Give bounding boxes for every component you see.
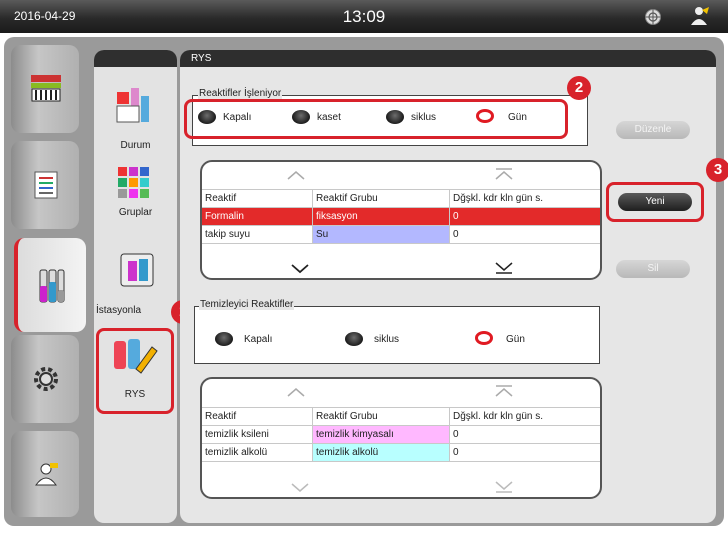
column-header: Reaktif Grubu <box>312 407 450 426</box>
nav-tab-user[interactable] <box>11 431 79 517</box>
program-list-icon <box>30 169 62 201</box>
scroll-top-icon[interactable] <box>494 384 514 403</box>
delete-button[interactable]: Sil <box>616 260 690 278</box>
table-row[interactable]: Formalin fiksasyon 0 <box>202 207 600 226</box>
subnav-label-groups: Gruplar <box>118 207 153 218</box>
scroll-down-icon[interactable] <box>290 481 310 497</box>
table-cell: 0 <box>449 425 600 444</box>
subnav-item-groups[interactable]: Gruplar <box>94 162 177 237</box>
stations-icon <box>120 253 154 292</box>
panel-title-bar: RYS <box>180 50 716 67</box>
reagent-subnav: Durum Gruplar İstasyonla RYS <box>94 50 177 523</box>
nav-tab-reagents[interactable] <box>14 238 86 332</box>
table-header-row: Reaktif Reaktif Grubu Dğşkl. kdr kln gün… <box>202 189 600 208</box>
reagent-bottles-icon <box>35 268 67 303</box>
processing-group-label: Reaktifler İşleniyor <box>198 88 283 99</box>
table-row[interactable]: takip suyu Su 0 <box>202 225 600 244</box>
subnav-label-stations: İstasyonla <box>96 305 142 316</box>
subnav-header <box>94 50 177 67</box>
table-cell: 0 <box>449 443 600 462</box>
table-cell: Su <box>312 225 450 244</box>
subnav-item-status[interactable]: Durum <box>94 80 177 155</box>
column-header: Reaktif <box>202 407 313 426</box>
table-cell: temizlik alkolü <box>312 443 450 462</box>
table-row[interactable]: temizlik alkolü temizlik alkolü 0 <box>202 443 600 462</box>
column-header: Dğşkl. kdr kln gün s. <box>449 407 600 426</box>
status-bar: 2016-04-29 13:09 <box>0 0 728 33</box>
subnav-item-stations[interactable]: İstasyonla <box>94 245 177 320</box>
subnav-label-status: Durum <box>120 140 151 151</box>
table-cell: Formalin <box>202 207 313 226</box>
table-cell: 0 <box>449 207 600 226</box>
user-icon[interactable] <box>688 5 710 27</box>
radio-cleaning-off[interactable] <box>215 332 233 346</box>
cleaning-group-label: Temizleyici Reaktifler <box>199 299 295 310</box>
clock-label: 13:09 <box>342 7 386 26</box>
overview-icon <box>30 73 62 105</box>
gear-icon <box>30 363 62 395</box>
table-cell: temizlik alkolü <box>202 443 313 462</box>
scroll-top-icon[interactable] <box>494 167 514 186</box>
table-cell: temizlik kimyasalı <box>312 425 450 444</box>
table-cell: takip suyu <box>202 225 313 244</box>
processing-radio-highlight <box>184 99 568 139</box>
radio-label-cleaning-day: Gün <box>506 334 525 345</box>
radio-cleaning-cycle[interactable] <box>345 332 363 346</box>
scroll-up-icon[interactable] <box>286 168 306 186</box>
scroll-up-icon[interactable] <box>286 385 306 403</box>
radio-label-cleaning-off: Kapalı <box>244 334 273 345</box>
globe-icon[interactable] <box>644 8 662 26</box>
callout-3: 3 <box>706 158 728 182</box>
radio-label-cleaning-cycle: siklus <box>374 334 400 345</box>
table-row[interactable]: temizlik ksileni temizlik kimyasalı 0 <box>202 425 600 444</box>
nav-tab-programs[interactable] <box>11 141 79 229</box>
rys-highlight-box <box>96 328 174 414</box>
scroll-bottom-icon[interactable] <box>494 261 514 278</box>
column-header: Dğşkl. kdr kln gün s. <box>449 189 600 208</box>
status-bottles-icon <box>115 86 151 133</box>
edit-button[interactable]: Düzenle <box>616 121 690 139</box>
table-cell: temizlik ksileni <box>202 425 313 444</box>
cleaning-table-grid: Reaktif Reaktif Grubu Dğşkl. kdr kln gün… <box>202 407 600 462</box>
user-settings-icon <box>30 459 62 491</box>
callout-2: 2 <box>567 76 591 100</box>
radio-cleaning-day[interactable] <box>475 331 493 345</box>
processing-reagent-table: Reaktif Reaktif Grubu Dğşkl. kdr kln gün… <box>200 160 602 280</box>
cleaning-reagent-table: Reaktif Reaktif Grubu Dğşkl. kdr kln gün… <box>200 377 602 499</box>
column-header: Reaktif <box>202 189 313 208</box>
groups-grid-icon <box>117 166 151 209</box>
processing-table-grid: Reaktif Reaktif Grubu Dğşkl. kdr kln gün… <box>202 189 600 244</box>
nav-tab-overview[interactable] <box>11 45 79 133</box>
nav-tab-settings[interactable] <box>11 335 79 423</box>
table-cell: fiksasyon <box>312 207 450 226</box>
table-cell: 0 <box>449 225 600 244</box>
new-button-highlight <box>606 182 704 222</box>
column-header: Reaktif Grubu <box>312 189 450 208</box>
table-header-row: Reaktif Reaktif Grubu Dğşkl. kdr kln gün… <box>202 407 600 426</box>
scroll-down-icon[interactable] <box>290 262 310 278</box>
scroll-bottom-icon[interactable] <box>494 480 514 497</box>
panel-title: RYS <box>191 53 212 64</box>
